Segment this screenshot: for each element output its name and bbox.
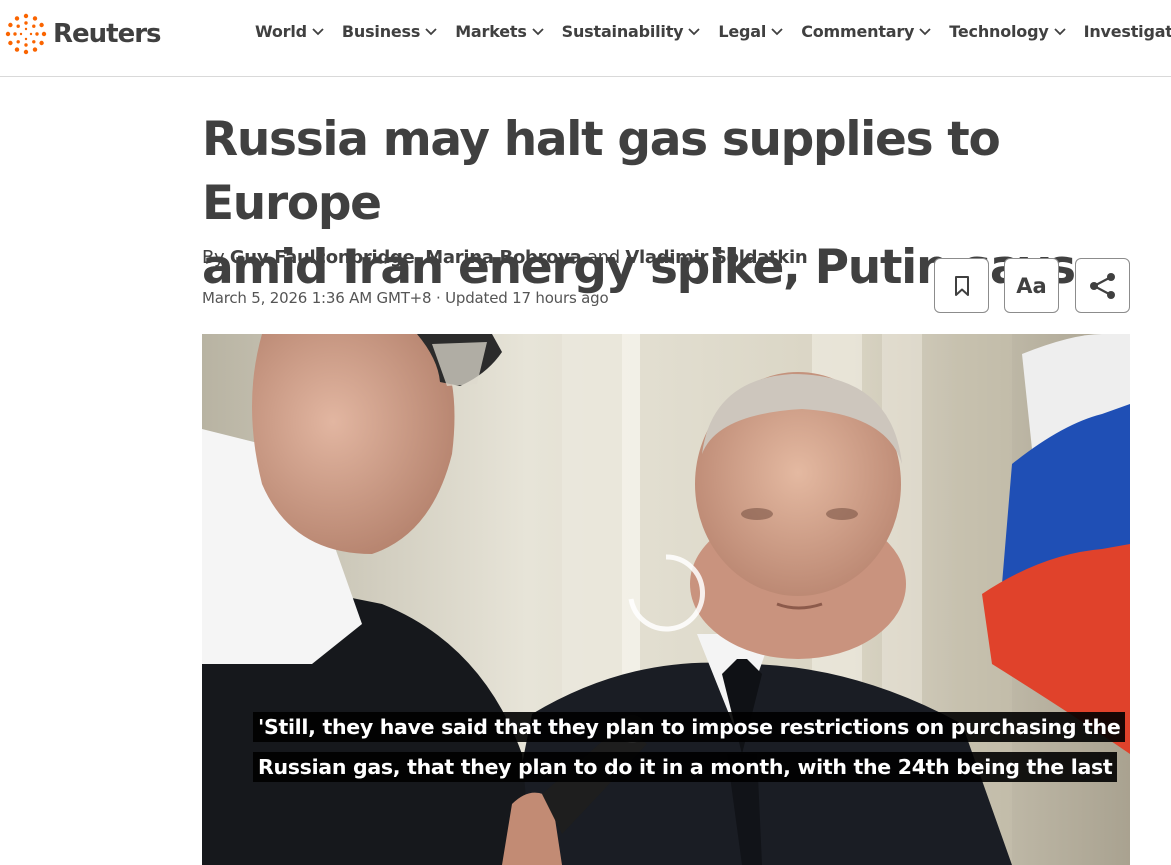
chevron-down-icon	[425, 27, 437, 35]
nav-label: Business	[341, 22, 421, 41]
author-link[interactable]: Marina Bobrova	[425, 247, 582, 268]
reuters-logo[interactable]: Reuters	[4, 12, 162, 56]
bookmark-icon	[954, 275, 969, 296]
bookmark-button[interactable]	[934, 258, 989, 313]
nav-label: Commentary	[801, 22, 915, 41]
author-link[interactable]: Vladimir Soldatkin	[625, 247, 807, 268]
text-size-button[interactable]: Aa	[1004, 258, 1059, 313]
nav-label: Investigations	[1083, 22, 1171, 41]
nav-label: Markets	[455, 22, 527, 41]
nav-item-investigations[interactable]: Investigations	[1084, 22, 1171, 41]
loading-spinner-icon	[628, 554, 705, 632]
author-link[interactable]: Guy Faulconbridge	[230, 247, 415, 268]
main-nav: World Business Markets Sustainability Le…	[255, 22, 1171, 41]
nav-label: Legal	[718, 22, 767, 41]
nav-item-markets[interactable]: Markets	[455, 22, 544, 41]
headline-line-1: Russia may halt gas supplies to Europe	[202, 112, 1001, 231]
byline-comma: ,	[414, 247, 420, 268]
chevron-down-icon	[532, 27, 544, 35]
chevron-down-icon	[688, 27, 701, 35]
reuters-logo-icon	[5, 13, 47, 55]
text-size-label: Aa	[1016, 273, 1047, 298]
site-header: Reuters World Business Markets Sustainab…	[0, 0, 1171, 77]
chevron-down-icon	[771, 27, 783, 35]
video-caption-line-1: 'Still, they have said that they plan to…	[253, 712, 1126, 742]
nav-label: Sustainability	[561, 22, 684, 41]
byline-and: and	[586, 247, 620, 268]
nav-item-sustainability[interactable]: Sustainability	[562, 22, 701, 41]
chevron-down-icon	[312, 27, 324, 35]
byline-prefix: By	[202, 247, 225, 268]
chevron-down-icon	[919, 27, 931, 35]
share-button[interactable]	[1075, 258, 1130, 313]
nav-item-commentary[interactable]: Commentary	[801, 22, 931, 41]
nav-item-technology[interactable]: Technology	[949, 22, 1066, 41]
updated-time: Updated 17 hours ago	[445, 289, 609, 307]
video-player[interactable]: 'Still, they have said that they plan to…	[202, 334, 1130, 865]
byline: By Guy Faulconbridge, Marina Bobrova and…	[202, 247, 808, 268]
date-separator: ·	[435, 289, 441, 307]
nav-label: World	[255, 22, 307, 41]
video-caption-line-2: Russian gas, that they plan to do it in …	[253, 752, 1118, 782]
chevron-down-icon	[1053, 27, 1066, 35]
nav-item-world[interactable]: World	[255, 22, 324, 41]
share-icon	[1089, 272, 1115, 299]
logo-wordmark: Reuters	[53, 19, 162, 49]
nav-item-business[interactable]: Business	[342, 22, 437, 41]
published-date: March 5, 2026 1:36 AM GMT+8	[202, 289, 432, 307]
article-dateline: March 5, 2026 1:36 AM GMT+8 · Updated 17…	[202, 289, 609, 307]
article-headline: Russia may halt gas supplies to Europe a…	[202, 108, 1132, 300]
nav-item-legal[interactable]: Legal	[718, 22, 783, 41]
nav-label: Technology	[949, 22, 1049, 41]
